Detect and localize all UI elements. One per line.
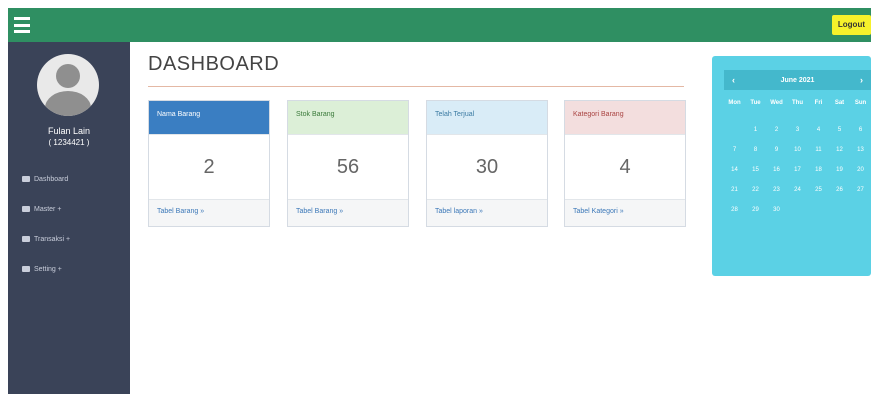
user-id: ( 1234421 )	[48, 138, 90, 147]
calendar-weekday: Sun	[854, 100, 867, 106]
sidebar-item-label: Setting +	[34, 265, 62, 273]
calendar-header: ‹ June 2021 ›	[724, 70, 871, 90]
card-header: Stok Barang	[288, 101, 408, 135]
card-value: 30	[475, 156, 499, 178]
calendar-day[interactable]: 29	[745, 200, 766, 220]
calendar-day[interactable]: 9	[766, 140, 787, 160]
calendar-day[interactable]: 20	[850, 160, 871, 180]
sidebar-menu: Dashboard Master + Transaksi + Setting +	[22, 164, 122, 284]
card-stok-barang: Stok Barang 56 Tabel Barang »	[287, 100, 409, 227]
user-silhouette-icon	[56, 64, 80, 88]
calendar-day[interactable]: 7	[724, 140, 745, 160]
user-name: Fulan Lain	[47, 126, 91, 136]
title-divider	[148, 86, 684, 87]
sidebar: Fulan Lain ( 1234421 ) Dashboard Master …	[8, 42, 130, 394]
card-header: Nama Barang	[149, 101, 269, 135]
calendar-weekdays: Mon Tue Wed Thu Fri Sat Sun	[724, 100, 871, 106]
sidebar-item-dashboard[interactable]: Dashboard	[22, 164, 122, 194]
calendar-day[interactable]: 28	[724, 200, 745, 220]
sidebar-item-label: Dashboard	[34, 175, 69, 183]
calendar-day[interactable]: 12	[829, 140, 850, 160]
calendar-empty-cell	[724, 120, 745, 140]
dashboard-icon	[22, 176, 30, 182]
card-telah-terjual: Telah Terjual 30 Tabel laporan »	[426, 100, 548, 227]
calendar-day[interactable]: 11	[808, 140, 829, 160]
calendar-day[interactable]: 16	[766, 160, 787, 180]
top-navbar: Logout	[8, 8, 871, 42]
sidebar-item-transaksi[interactable]: Transaksi +	[22, 224, 122, 254]
calendar-day[interactable]: 4	[808, 120, 829, 140]
calendar-day[interactable]: 22	[745, 180, 766, 200]
calendar-weekday: Tue	[750, 100, 761, 106]
calendar-day[interactable]: 13	[850, 140, 871, 160]
calendar-day[interactable]: 15	[745, 160, 766, 180]
calendar-day[interactable]: 23	[766, 180, 787, 200]
card-link[interactable]: Tabel laporan »	[427, 199, 547, 226]
sidebar-item-label: Transaksi +	[34, 235, 71, 243]
calendar-weekday: Mon	[728, 100, 741, 106]
sidebar-item-master[interactable]: Master +	[22, 194, 122, 224]
calendar-widget: ‹ June 2021 › Mon Tue Wed Thu Fri Sat Sun 1234…	[712, 56, 871, 276]
next-month-button[interactable]: ›	[860, 75, 863, 85]
calendar-day[interactable]: 19	[829, 160, 850, 180]
gear-icon	[22, 266, 30, 272]
calendar-month: June 2021	[780, 76, 815, 84]
calendar-day[interactable]: 6	[850, 120, 871, 140]
prev-month-button[interactable]: ‹	[732, 75, 735, 85]
logout-button[interactable]: Logout	[831, 15, 871, 35]
card-value: 4	[619, 156, 631, 178]
calendar-day[interactable]: 10	[787, 140, 808, 160]
calendar-weekday: Fri	[814, 100, 823, 106]
calendar-days: 1 2 3 4 5 6 7 8 9 10 11 12 13 14 15 16 17 18 19 20 21 22 23 24 2…	[724, 120, 871, 220]
calendar-weekday: Sat	[834, 100, 845, 106]
calendar-day[interactable]: 2	[766, 120, 787, 140]
page-title: DASHBOARD	[148, 53, 280, 75]
calendar-day[interactable]: 17	[787, 160, 808, 180]
calendar-day[interactable]: 3	[787, 120, 808, 140]
menu-toggle-icon[interactable]	[14, 17, 30, 33]
calendar-day[interactable]: 24	[787, 180, 808, 200]
card-link[interactable]: Tabel Barang »	[288, 199, 408, 226]
calendar-day[interactable]: 25	[808, 180, 829, 200]
calendar-day[interactable]: 26	[829, 180, 850, 200]
calendar-day[interactable]: 27	[850, 180, 871, 200]
calendar-day[interactable]: 5	[829, 120, 850, 140]
calendar-day[interactable]: 8	[745, 140, 766, 160]
card-link[interactable]: Tabel Barang »	[149, 199, 269, 226]
desktop-icon	[22, 236, 30, 242]
calendar-day[interactable]: 14	[724, 160, 745, 180]
sidebar-item-label: Master +	[34, 205, 62, 213]
card-link[interactable]: Tabel Kategori »	[565, 199, 685, 226]
list-icon	[22, 206, 30, 212]
calendar-day[interactable]: 21	[724, 180, 745, 200]
calendar-day[interactable]: 1	[745, 120, 766, 140]
sidebar-item-setting[interactable]: Setting +	[22, 254, 122, 284]
calendar-weekday: Thu	[792, 100, 803, 106]
card-kategori-barang: Kategori Barang 4 Tabel Kategori »	[564, 100, 686, 227]
card-nama-barang: Nama Barang 2 Tabel Barang »	[148, 100, 270, 227]
avatar	[37, 54, 99, 116]
card-value: 56	[336, 156, 360, 178]
card-header: Kategori Barang	[565, 101, 685, 135]
calendar-day[interactable]: 30	[766, 200, 787, 220]
card-header: Telah Terjual	[427, 101, 547, 135]
card-value: 2	[203, 156, 215, 178]
calendar-weekday: Wed	[770, 100, 783, 106]
calendar-day[interactable]: 18	[808, 160, 829, 180]
